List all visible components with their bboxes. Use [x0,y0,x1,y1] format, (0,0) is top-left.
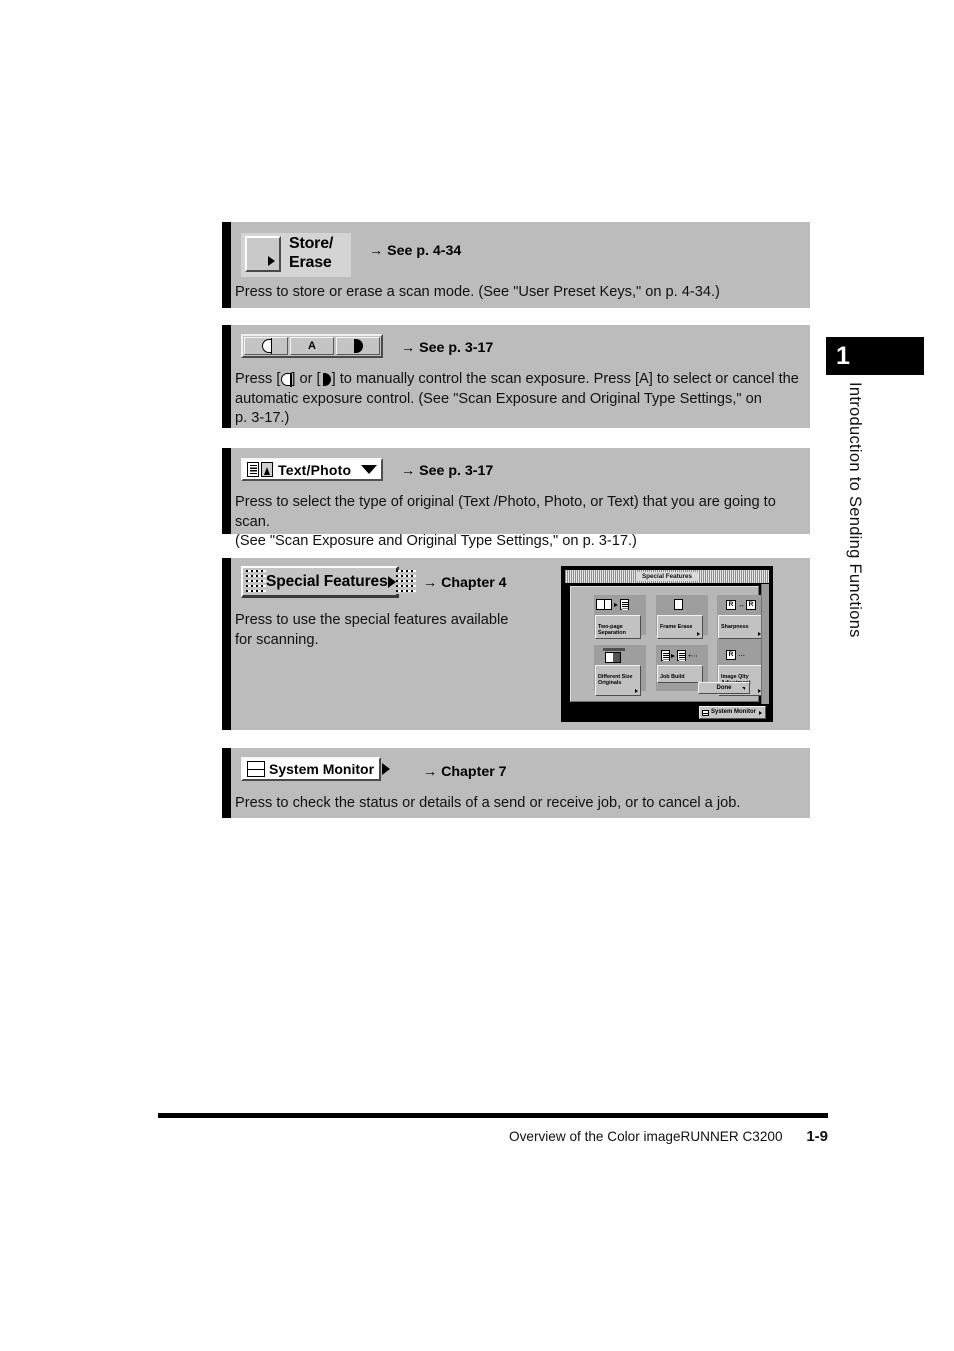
panel-system-monitor-button[interactable]: System Monitor [698,706,766,719]
text-lines-icon [247,462,259,477]
reference-special-features: → Chapter 4 [423,575,507,591]
special-features-screen: Special Features Two-page Separation Fra… [561,566,773,722]
photo-icon [261,462,273,477]
reference-store-erase: → See p. 4-34 [369,243,462,259]
panel-button-sharpness[interactable]: Sharpness [718,615,764,640]
panel-button-cell: +⋯ Job Build [657,647,703,683]
footer-page-number: 1-9 [806,1128,828,1145]
panel-button-different-size-originals[interactable]: Different Size Originals [595,665,641,696]
key-exposure-dark[interactable] [336,337,380,355]
different-size-originals-icon [595,647,641,664]
description-exposure: Press [ ] or [ ] to manually control the… [235,370,805,429]
description-store-erase: Press to store or erase a scan mode. (Se… [235,284,720,300]
panel-title: Special Features [635,572,699,581]
desc-part-3: ] to manually control the scan exposure.… [331,371,799,387]
panel-button-cell: R ↔ R Sharpness [718,597,764,640]
key-exposure-auto[interactable]: A [290,337,334,355]
chevron-down-icon[interactable] [361,465,377,474]
panel-footer: System Monitor [565,706,769,719]
key-store-erase[interactable]: Store/ Erase [241,233,351,277]
dropdown-original-type-label: Text/Photo [278,461,352,478]
chapter-number-tab: 1 [826,337,924,375]
key-exposure-light[interactable] [244,337,288,355]
desc-line-2: automatic exposure control. (See "Scan E… [235,390,762,407]
chapter-vertical-title: Introduction to Sending Functions [846,382,864,638]
panel-scroll-rail[interactable] [761,584,769,704]
key-system-monitor[interactable]: System Monitor [241,757,391,781]
triangle-right-icon [697,632,700,637]
footer-rule [158,1113,828,1118]
image-quality-adjustment-icon: R ⋯ [718,647,764,664]
description-system-monitor: Press to check the status or details of … [235,795,741,811]
reference-original-type: → See p. 3-17 [401,463,494,479]
triangle-right-icon [387,575,396,588]
key-special-features[interactable]: Special Features [241,566,416,598]
reference-system-monitor: → Chapter 7 [423,764,507,780]
two-page-separation-icon [595,597,641,614]
corner-arrow-icon [742,686,745,690]
panel-button-job-build[interactable]: Job Build [657,665,703,683]
desc-line-3: p. 3-17.) [235,410,290,426]
exposure-dark-icon [354,339,363,353]
triangle-right-icon [635,688,638,693]
section-original-type: Text/Photo → See p. 3-17 Press to select… [222,448,810,549]
panel-button-cell: Frame Erase [657,597,703,640]
footer: Overview of the Color imageRUNNER C3200 … [158,1128,828,1145]
section-store-erase: Store/ Erase → See p. 4-34 Press to stor… [222,222,810,308]
dropdown-original-type[interactable]: Text/Photo [241,458,383,481]
section-left-bar [222,448,231,534]
key-store-erase-label: Store/ Erase [289,235,334,271]
section-left-bar [222,325,231,428]
triangle-right-icon [382,763,391,775]
key-group-exposure[interactable]: A [241,334,383,358]
description-special-features: Press to use the special features availa… [235,612,509,648]
exposure-light-icon-inline [281,372,292,387]
panel-button-frame-erase[interactable]: Frame Erase [657,615,703,640]
stack-bars-icon [701,709,709,716]
panel-button-cell: Two-page Separation [595,597,641,640]
exposure-light-icon [261,338,273,354]
sharpness-icon: R ↔ R [718,597,764,614]
description-original-type: Press to select the type of original (Te… [235,494,776,549]
panel-button-done[interactable]: Done [698,682,750,694]
section-system-monitor: System Monitor → Chapter 7 Press to chec… [222,748,810,818]
key-system-monitor-label: System Monitor [269,761,375,777]
panel-body: Two-page Separation Frame Erase R ↔ R Sh… [570,586,767,702]
triangle-right-icon [759,710,762,715]
section-left-bar [222,748,231,818]
footer-title: Overview of the Color imageRUNNER C3200 [509,1129,783,1144]
dot-grid-icon-left [246,569,266,594]
section-exposure: A → See p. 3-17 Press [ ] or [ ] to manu… [222,325,810,428]
manual-page: 1 Introduction to Sending Functions Stor… [0,0,954,1351]
stack-bars-icon [247,761,265,777]
exposure-dark-icon-inline [322,373,331,387]
desc-part-1: Press [ [235,371,281,387]
dot-grid-icon-right [395,569,416,594]
panel-button-cell: Different Size Originals [595,647,641,696]
desc-part-2: ] or [ [291,371,321,387]
panel-button-two-page-separation[interactable]: Two-page Separation [595,615,641,640]
job-build-icon: +⋯ [657,647,703,664]
section-left-bar [222,558,231,730]
frame-erase-icon [657,597,703,614]
panel-title-bar: Special Features [565,570,769,583]
key-special-features-label: Special Features [266,572,388,590]
section-special-features: Special Features → Chapter 4 Press to us… [222,558,810,730]
section-left-bar [222,222,231,308]
square-arrow-key-icon [245,236,281,272]
reference-exposure: → See p. 3-17 [401,340,494,356]
